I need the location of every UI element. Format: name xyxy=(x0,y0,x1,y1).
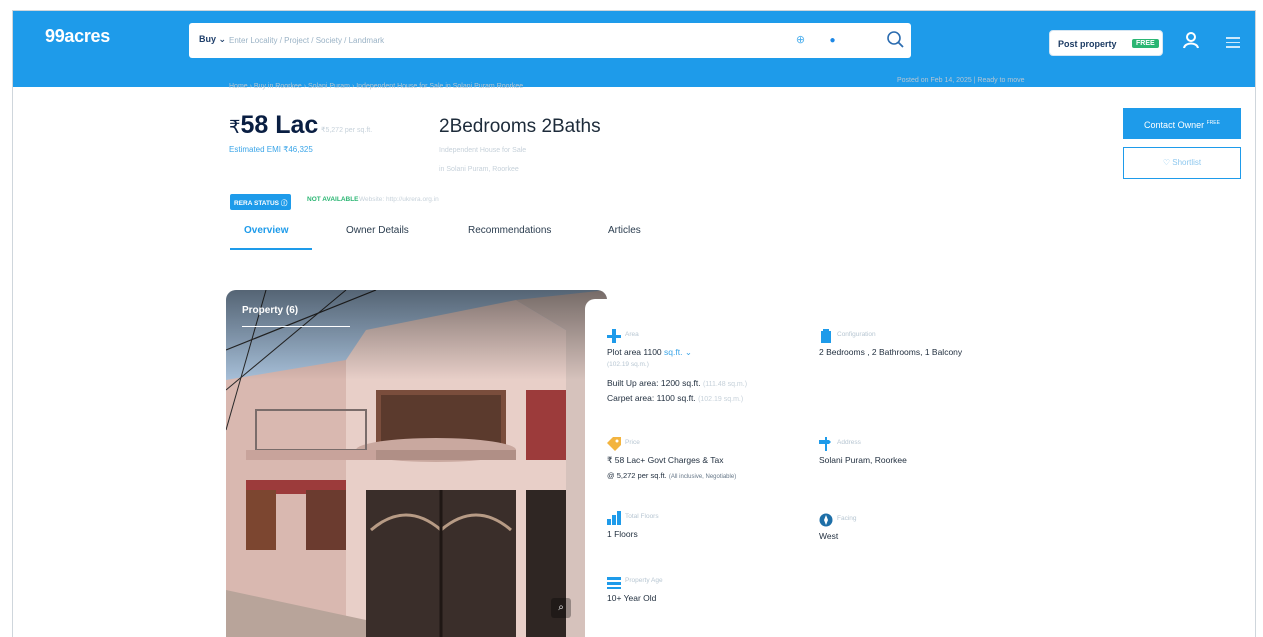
search-bar: Buy ⌄ ⊕ ● xyxy=(189,23,911,58)
property-age-label: Property Age xyxy=(625,577,663,584)
address-label: Address xyxy=(837,439,861,446)
search-input[interactable] xyxy=(229,31,749,49)
price-per-sqft-detail: @ 5,272 per sq.ft. (All inclusive, Negot… xyxy=(607,471,736,480)
facing-value: West xyxy=(819,531,839,541)
carpet-area-sqm: (102.19 sq.m.) xyxy=(698,396,744,403)
property-photo xyxy=(226,290,607,637)
price-value: 58 Lac xyxy=(240,111,319,139)
emi-link[interactable]: Estimated EMI ₹46,325 xyxy=(229,145,313,154)
built-up-area-sqm: (111.48 sq.m.) xyxy=(702,381,748,388)
listing-address-line2: in Solani Puram, Roorkee xyxy=(439,166,519,173)
post-property-label: Post property xyxy=(1058,39,1117,49)
price-detail-value: ₹ 58 Lac+ Govt Charges & Tax xyxy=(607,455,724,465)
address-value: Solani Puram, Roorkee xyxy=(819,455,907,465)
area-unit-label: sq.ft. xyxy=(664,347,683,357)
search-icon[interactable] xyxy=(885,29,907,51)
built-up-area: Built Up area: 1200 sq.ft. (111.48 sq.m.… xyxy=(607,378,747,388)
area-sub-label: (102.19 sq.m.) xyxy=(607,361,649,368)
area-label: Area xyxy=(625,331,639,338)
breadcrumb[interactable]: Home › Buy in Roorkee › Solani Puram › I… xyxy=(229,83,523,90)
carpet-area-value: Carpet area: 1100 sq.ft. xyxy=(607,393,696,403)
price-tag-icon xyxy=(607,437,621,451)
posted-info: Posted on Feb 14, 2025 | Ready to move xyxy=(897,77,1025,84)
property-photo-gallery[interactable]: Property (6) ⌕ xyxy=(226,290,607,637)
rera-status-label: RERA STATUS xyxy=(234,200,280,207)
site-logo[interactable]: 99acres xyxy=(45,26,110,47)
shortlist-label: Shortlist xyxy=(1172,158,1202,167)
price-per-sqft: ₹5,272 per sq.ft. xyxy=(321,127,373,134)
section-tabs: Overview Owner Details Recommendations A… xyxy=(230,215,720,251)
carpet-area: Carpet area: 1100 sq.ft. (102.19 sq.m.) xyxy=(607,393,743,403)
heart-icon: ♡ xyxy=(1162,158,1171,167)
gallery-label: Property (6) xyxy=(242,305,299,316)
top-header: 99acres Buy ⌄ ⊕ ● Post property FREE xyxy=(13,11,1255,87)
price-symbol: ₹ xyxy=(229,117,241,137)
signpost-icon xyxy=(819,437,831,451)
contact-owner-label: Contact Owner xyxy=(1144,120,1205,130)
property-age-value: 10+ Year Old xyxy=(607,593,657,603)
configuration-icon xyxy=(821,329,831,343)
active-tab-indicator xyxy=(230,248,312,250)
free-badge: FREE xyxy=(1132,39,1159,48)
property-age-icon xyxy=(607,577,621,589)
tab-overview[interactable]: Overview xyxy=(244,225,288,236)
hamburger-menu-icon[interactable] xyxy=(1226,37,1240,49)
price-per-sqft-value: @ 5,272 per sq.ft. xyxy=(607,471,667,480)
rera-website-link[interactable]: Website: http://ukrera.org.in xyxy=(359,196,439,203)
built-up-area-value: Built Up area: 1200 sq.ft. xyxy=(607,378,701,388)
chevron-down-icon: ⌄ xyxy=(218,34,227,44)
price: ₹58 Lac xyxy=(229,111,318,140)
area-icon xyxy=(607,329,621,343)
listing-address-line1: Independent House for Sale xyxy=(439,147,527,154)
gallery-label-underline xyxy=(242,326,350,327)
tab-recommendations[interactable]: Recommendations xyxy=(468,225,551,236)
configuration-label: Configuration xyxy=(837,331,876,338)
area-unit-dropdown[interactable]: sq.ft. ⌄ xyxy=(664,347,692,357)
floors-label: Total Floors xyxy=(625,513,659,520)
configuration-value: 2 Bedrooms , 2 Bathrooms, 1 Balcony xyxy=(819,347,963,357)
contact-free-badge: FREE xyxy=(1206,120,1220,126)
user-icon[interactable] xyxy=(1183,31,1201,49)
compass-icon xyxy=(819,513,833,527)
post-property-button[interactable]: Post property FREE xyxy=(1049,30,1163,56)
price-note: (All inclusive, Negotiable) xyxy=(668,474,737,480)
zoom-icon[interactable]: ⌕ xyxy=(551,598,571,618)
page-frame: 99acres Buy ⌄ ⊕ ● Post property FREE Hom… xyxy=(12,10,1256,637)
price-label: Price xyxy=(625,439,640,446)
tab-articles[interactable]: Articles xyxy=(608,225,641,236)
plot-area-value: Plot area 1100 xyxy=(607,347,662,357)
buy-label: Buy xyxy=(199,34,217,44)
locate-icon[interactable]: ⊕ xyxy=(793,33,808,48)
rera-value: NOT AVAILABLE xyxy=(307,196,359,203)
listing-title: 2Bedrooms 2Baths xyxy=(439,116,601,137)
info-icon[interactable]: ⓘ xyxy=(281,200,288,207)
contact-owner-button[interactable]: Contact Owner FREE xyxy=(1123,108,1241,139)
buy-dropdown[interactable]: Buy ⌄ xyxy=(199,34,226,45)
shortlist-button[interactable]: ♡ Shortlist xyxy=(1123,147,1241,179)
floors-value: 1 Floors xyxy=(607,529,638,539)
mic-icon[interactable]: ● xyxy=(825,33,840,48)
facing-label: Facing xyxy=(837,515,857,522)
plot-area: Plot area 1100 sq.ft. ⌄ xyxy=(607,347,692,358)
property-details-card: Area Plot area 1100 sq.ft. ⌄ (102.19 sq.… xyxy=(585,299,1255,637)
floors-icon xyxy=(607,511,621,525)
rera-status-badge: RERA STATUS ⓘ xyxy=(230,194,292,210)
tab-owner-details[interactable]: Owner Details xyxy=(346,225,409,236)
